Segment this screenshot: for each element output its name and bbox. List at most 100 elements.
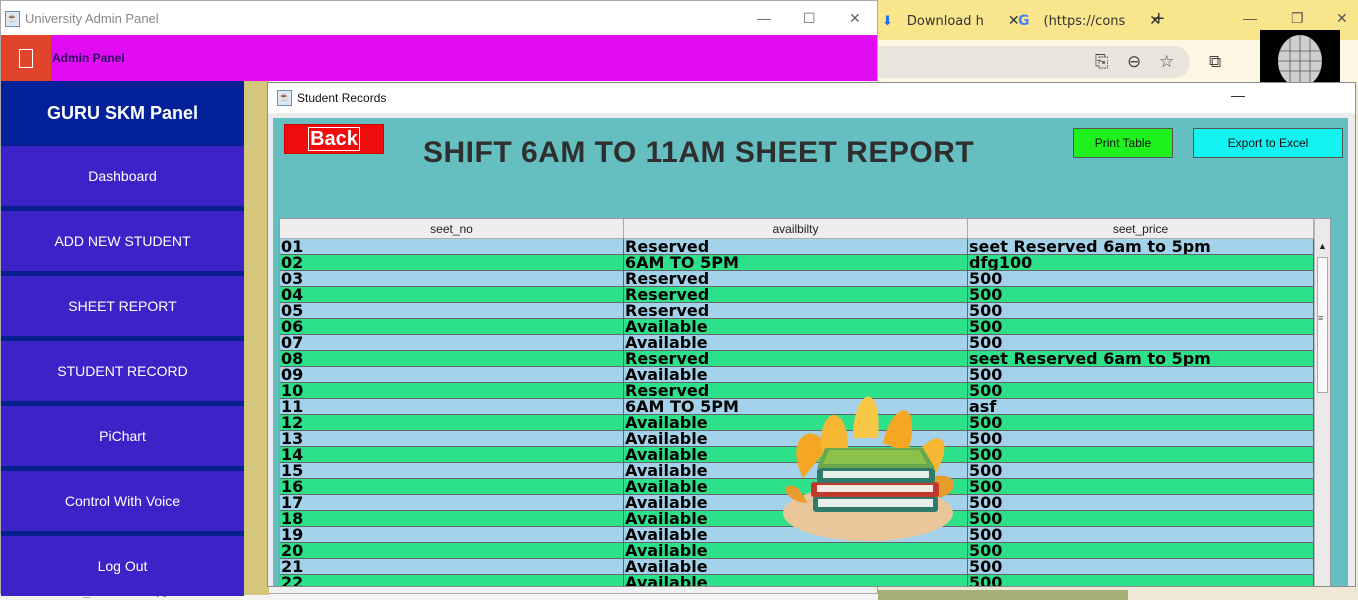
cell-seet-price[interactable]: 500: [968, 479, 1314, 495]
cell-seet-price[interactable]: 500: [968, 495, 1314, 511]
minimize-icon[interactable]: —: [1231, 87, 1245, 103]
close-icon[interactable]: ✕: [1336, 10, 1348, 27]
cell-availbilty[interactable]: Reserved: [624, 271, 968, 287]
table-row[interactable]: 05 Reserved 500: [280, 303, 1314, 319]
table-scrollbar[interactable]: ▲ ≡: [1314, 219, 1330, 586]
cell-availbilty[interactable]: Available: [624, 335, 968, 351]
cell-seet-price[interactable]: 500: [968, 559, 1314, 575]
cell-seet-price[interactable]: 500: [968, 463, 1314, 479]
cell-seet-no[interactable]: 12: [280, 415, 624, 431]
cell-availbilty[interactable]: Available: [624, 319, 968, 335]
cell-seet-no[interactable]: 01: [280, 239, 624, 255]
cell-seet-price[interactable]: 500: [968, 319, 1314, 335]
column-header-seet-price[interactable]: seet_price: [968, 219, 1314, 238]
google-icon: G: [1018, 13, 1030, 29]
cell-seet-price[interactable]: asf: [968, 399, 1314, 415]
cell-seet-no[interactable]: 13: [280, 431, 624, 447]
table-row[interactable]: 02 6AM TO 5PM dfg100: [280, 255, 1314, 271]
extensions-icon[interactable]: ⧉: [1209, 52, 1221, 72]
cell-seet-no[interactable]: 18: [280, 511, 624, 527]
column-header-availbilty[interactable]: availbilty: [624, 219, 968, 238]
cell-seet-price[interactable]: 500: [968, 303, 1314, 319]
cell-seet-price[interactable]: 500: [968, 447, 1314, 463]
cell-seet-no[interactable]: 07: [280, 335, 624, 351]
desktop-background-strip: [878, 590, 1128, 600]
cell-availbilty[interactable]: Reserved: [624, 303, 968, 319]
bookmark-star-icon[interactable]: ☆: [1159, 52, 1174, 72]
cell-seet-price[interactable]: dfg100: [968, 255, 1314, 271]
sidebar-item-student-record[interactable]: STUDENT RECORD: [1, 341, 244, 401]
sidebar-item-log-out[interactable]: Log Out: [1, 536, 244, 596]
cell-seet-price[interactable]: 500: [968, 511, 1314, 527]
cell-seet-no[interactable]: 09: [280, 367, 624, 383]
menu-button[interactable]: [1, 35, 51, 81]
cell-seet-no[interactable]: 16: [280, 479, 624, 495]
table-row[interactable]: 04 Reserved 500: [280, 287, 1314, 303]
cell-seet-no[interactable]: 19: [280, 527, 624, 543]
maximize-icon[interactable]: ☐: [803, 10, 816, 27]
sidebar-item-sheet-report[interactable]: SHEET REPORT: [1, 276, 244, 336]
new-tab-icon[interactable]: +: [1153, 8, 1165, 31]
cell-seet-price[interactable]: seet Reserved 6am to 5pm: [968, 351, 1314, 367]
sidebar-item-add-new-student[interactable]: ADD NEW STUDENT: [1, 211, 244, 271]
export-to-excel-button[interactable]: Export to Excel: [1193, 128, 1343, 158]
cell-availbilty[interactable]: Reserved: [624, 351, 968, 367]
minimize-icon[interactable]: —: [1243, 10, 1257, 26]
close-icon[interactable]: ✕: [849, 10, 861, 27]
zoom-icon[interactable]: ⊖: [1127, 52, 1141, 72]
cell-seet-price[interactable]: 500: [968, 575, 1314, 586]
table-row[interactable]: 22 Available 500: [280, 575, 1314, 586]
cell-seet-no[interactable]: 04: [280, 287, 624, 303]
cell-availbilty[interactable]: Available: [624, 575, 968, 586]
cell-availbilty[interactable]: Reserved: [624, 239, 968, 255]
cell-seet-no[interactable]: 22: [280, 575, 624, 586]
table-row[interactable]: 03 Reserved 500: [280, 271, 1314, 287]
cell-seet-price[interactable]: 500: [968, 367, 1314, 383]
cell-seet-no[interactable]: 14: [280, 447, 624, 463]
cell-availbilty[interactable]: 6AM TO 5PM: [624, 255, 968, 271]
scrollbar-thumb[interactable]: [1317, 257, 1328, 393]
table-row[interactable]: 08 Reserved seet Reserved 6am to 5pm: [280, 351, 1314, 367]
print-table-button[interactable]: Print Table: [1073, 128, 1173, 158]
cell-seet-no[interactable]: 17: [280, 495, 624, 511]
cell-seet-no[interactable]: 05: [280, 303, 624, 319]
cell-seet-no[interactable]: 10: [280, 383, 624, 399]
cell-seet-price[interactable]: 500: [968, 383, 1314, 399]
install-app-icon[interactable]: ⎘: [1095, 52, 1109, 72]
cell-seet-price[interactable]: seet Reserved 6am to 5pm: [968, 239, 1314, 255]
sidebar-item-dashboard[interactable]: Dashboard: [1, 146, 244, 206]
cell-seet-no[interactable]: 11: [280, 399, 624, 415]
cell-seet-no[interactable]: 15: [280, 463, 624, 479]
cell-seet-price[interactable]: 500: [968, 431, 1314, 447]
table-row[interactable]: 06 Available 500: [280, 319, 1314, 335]
cell-seet-no[interactable]: 06: [280, 319, 624, 335]
cell-seet-no[interactable]: 02: [280, 255, 624, 271]
cell-seet-no[interactable]: 21: [280, 559, 624, 575]
browser-tab[interactable]: G (https://cons ✕: [1018, 8, 1161, 34]
cell-seet-no[interactable]: 03: [280, 271, 624, 287]
table-row[interactable]: 07 Available 500: [280, 335, 1314, 351]
records-title-bar: ☕ Student Records —: [268, 83, 1355, 113]
cell-seet-price[interactable]: 500: [968, 415, 1314, 431]
cell-availbilty[interactable]: Available: [624, 559, 968, 575]
cell-seet-no[interactable]: 20: [280, 543, 624, 559]
cell-seet-price[interactable]: 500: [968, 335, 1314, 351]
table-row[interactable]: 21 Available 500: [280, 559, 1314, 575]
browser-tab[interactable]: ⬇ Download h ✕: [882, 8, 1020, 34]
cell-seet-price[interactable]: 500: [968, 527, 1314, 543]
scroll-up-arrow-icon[interactable]: ▲: [1318, 241, 1327, 251]
sidebar-item-control-with-voice[interactable]: Control With Voice: [1, 471, 244, 531]
back-button[interactable]: Back: [284, 124, 384, 154]
cell-seet-price[interactable]: 500: [968, 543, 1314, 559]
restore-icon[interactable]: ❐: [1291, 10, 1304, 27]
minimize-icon[interactable]: —: [757, 10, 771, 26]
cell-availbilty[interactable]: Reserved: [624, 287, 968, 303]
address-bar[interactable]: [878, 46, 1190, 78]
cell-seet-no[interactable]: 08: [280, 351, 624, 367]
cell-seet-price[interactable]: 500: [968, 287, 1314, 303]
cell-seet-price[interactable]: 500: [968, 271, 1314, 287]
column-header-seet-no[interactable]: seet_no: [280, 219, 624, 238]
sidebar-item-pichart[interactable]: PiChart: [1, 406, 244, 466]
header-label: Admin Panel: [52, 51, 125, 65]
table-row[interactable]: 01 Reserved seet Reserved 6am to 5pm: [280, 239, 1314, 255]
